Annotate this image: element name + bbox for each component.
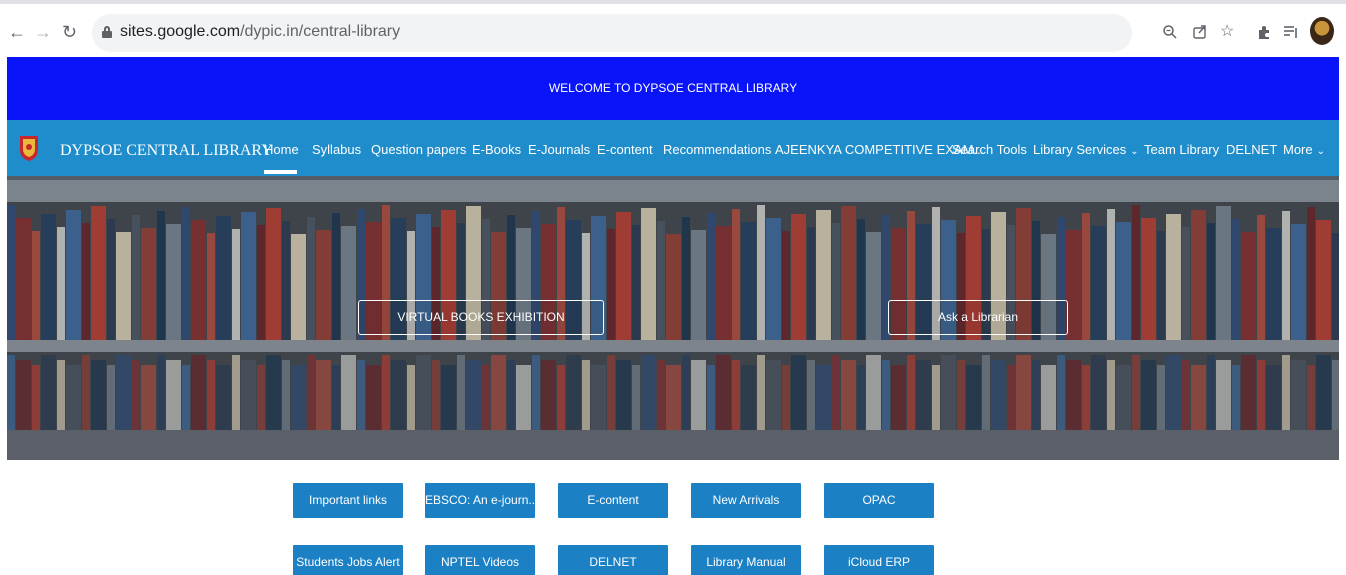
- browser-toolbar: ← → ↻ sites.google.com/dypic.in/central-…: [0, 0, 1346, 56]
- important-links-button[interactable]: Important links: [293, 483, 403, 518]
- chevron-down-icon: ⌄: [1130, 146, 1139, 157]
- forward-arrow-icon[interactable]: →: [34, 22, 52, 42]
- nav-home[interactable]: Home: [264, 142, 299, 157]
- ebsco-button[interactable]: EBSCO: An e-journ...: [425, 483, 535, 518]
- nav-question-papers[interactable]: Question papers: [371, 142, 466, 157]
- nptel-videos-button[interactable]: NPTEL Videos: [425, 545, 535, 575]
- tab-strip-edge: [0, 0, 1346, 4]
- chevron-down-icon: ⌄: [1316, 146, 1326, 157]
- virtual-books-exhibition-button[interactable]: VIRTUAL BOOKS EXHIBITION: [358, 300, 604, 335]
- share-icon[interactable]: [1192, 24, 1208, 44]
- announcement-text: WELCOME TO DYPSOE CENTRAL LIBRARY: [548, 81, 798, 95]
- hero-section: DYPSOE CENTRAL LIBRARY Home Syllabus Que…: [7, 120, 1339, 460]
- college-logo-icon[interactable]: [18, 134, 40, 162]
- nav-team-library[interactable]: Team Library: [1144, 142, 1219, 157]
- delnet-button[interactable]: DELNET: [558, 545, 668, 575]
- nav-search-tools[interactable]: Search Tools: [952, 142, 1027, 157]
- nav-more-label: More: [1283, 142, 1313, 157]
- url-domain: sites.google.com: [120, 23, 241, 40]
- nav-more[interactable]: More ⌄: [1283, 142, 1325, 157]
- url-text[interactable]: sites.google.com/dypic.in/central-librar…: [120, 23, 400, 41]
- students-jobs-alert-button[interactable]: Students Jobs Alert: [293, 545, 403, 575]
- icloud-erp-button[interactable]: iCloud ERP: [824, 545, 934, 575]
- nav-recommendations[interactable]: Recommendations: [663, 142, 771, 157]
- ask-a-librarian-button[interactable]: Ask a Librarian: [888, 300, 1068, 335]
- zoom-icon[interactable]: [1162, 24, 1178, 44]
- site-navigation: DYPSOE CENTRAL LIBRARY Home Syllabus Que…: [7, 120, 1339, 176]
- back-arrow-icon[interactable]: ←: [8, 22, 26, 42]
- star-icon[interactable]: ☆: [1220, 24, 1234, 40]
- opac-button[interactable]: OPAC: [824, 483, 934, 518]
- nav-syllabus[interactable]: Syllabus: [312, 142, 361, 157]
- lock-icon[interactable]: [102, 26, 112, 38]
- e-content-button[interactable]: E-content: [558, 483, 668, 518]
- nav-library-services-label: Library Services: [1033, 142, 1127, 157]
- new-arrivals-button[interactable]: New Arrivals: [691, 483, 801, 518]
- nav-e-content[interactable]: E-content: [597, 142, 653, 157]
- announcement-banner: WELCOME TO DYPSOE CENTRAL LIBRARY: [7, 57, 1339, 120]
- nav-library-services[interactable]: Library Services ⌄: [1033, 142, 1139, 157]
- url-path: /dypic.in/central-library: [240, 23, 401, 40]
- reload-icon[interactable]: ↻: [62, 22, 77, 42]
- nav-e-books[interactable]: E-Books: [472, 142, 521, 157]
- extensions-icon[interactable]: [1256, 24, 1272, 44]
- bookshelf-background-image: [7, 180, 1339, 460]
- site-title[interactable]: DYPSOE CENTRAL LIBRARY: [60, 142, 273, 160]
- nav-delnet[interactable]: DELNET: [1226, 142, 1277, 157]
- profile-avatar[interactable]: [1310, 17, 1334, 45]
- active-nav-indicator: [264, 170, 297, 174]
- library-manual-button[interactable]: Library Manual: [691, 545, 801, 575]
- nav-e-journals[interactable]: E-Journals: [528, 142, 590, 157]
- address-bar[interactable]: sites.google.com/dypic.in/central-librar…: [92, 14, 1132, 52]
- reading-list-icon[interactable]: [1283, 24, 1299, 44]
